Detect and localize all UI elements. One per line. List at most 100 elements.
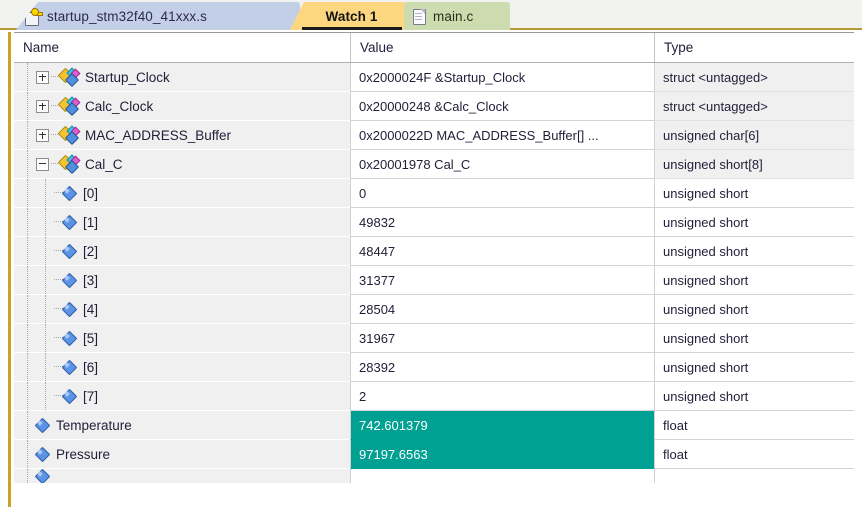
tree-guide — [36, 179, 54, 207]
watch-value-cell[interactable]: 0x2000022D MAC_ADDRESS_Buffer[] ... — [350, 121, 654, 150]
watch-row[interactable]: [3] 31377 unsigned short — [14, 266, 854, 295]
watch-row[interactable]: Cal_C 0x20001978 Cal_C unsigned short[8] — [14, 150, 854, 179]
tree-guide — [18, 295, 36, 323]
watch-grid-body: Startup_Clock 0x2000024F &Startup_Clock st… — [14, 63, 854, 483]
tree-guide — [18, 63, 36, 91]
watch-variable-name: Pressure — [56, 446, 111, 462]
watch-row-name-cell[interactable]: MAC_ADDRESS_Buffer — [14, 121, 350, 150]
watch-value-cell[interactable]: 31377 — [350, 266, 654, 295]
watch-value-cell[interactable]: 31967 — [350, 324, 654, 353]
collapse-icon[interactable] — [36, 157, 49, 171]
watch-type-cell: unsigned short[8] — [654, 150, 854, 179]
struct-icon — [57, 125, 81, 146]
tree-guide — [18, 237, 36, 265]
watch-variable-name: [5] — [83, 330, 99, 346]
variable-icon — [61, 243, 78, 259]
watch-row-name-cell[interactable]: [5] — [14, 324, 350, 353]
watch-value-cell[interactable]: 0x20001978 Cal_C — [350, 150, 654, 179]
watch-value-cell[interactable]: 2 — [350, 382, 654, 411]
watch-variable-name: Temperature — [56, 417, 132, 433]
grid-header-row: Name Value Type — [14, 33, 854, 63]
watch-row-name-cell[interactable]: Temperature — [14, 411, 350, 440]
watch-type-cell: unsigned short — [654, 179, 854, 208]
document-icon — [412, 8, 426, 25]
watch-row-name-cell[interactable] — [14, 469, 350, 483]
watch-variable-name: Cal_C — [85, 156, 123, 172]
watch-row-name-cell[interactable]: [4] — [14, 295, 350, 324]
variable-icon — [61, 272, 78, 288]
variable-icon — [34, 469, 51, 483]
tree-guide — [36, 237, 54, 265]
watch-type-cell: unsigned char[6] — [654, 121, 854, 150]
tab-main-c[interactable]: main.c — [404, 2, 510, 30]
column-header-name[interactable]: Name — [14, 33, 350, 62]
watch-value-cell-changed[interactable]: 97197.6563 — [350, 440, 654, 469]
watch-variable-name: Startup_Clock — [85, 69, 170, 85]
watch-value-cell[interactable]: 0x2000024F &Startup_Clock — [350, 63, 654, 92]
watch-type-cell: unsigned short — [654, 353, 854, 382]
tab-label: main.c — [433, 8, 474, 24]
tab-label: Watch 1 — [325, 8, 378, 24]
watch-type-cell: unsigned short — [654, 208, 854, 237]
watch-row-name-cell[interactable]: [6] — [14, 353, 350, 382]
watch-value-cell-changed[interactable]: 742.601379 — [350, 411, 654, 440]
watch-row[interactable]: [1] 49832 unsigned short — [14, 208, 854, 237]
watch-row-name-cell[interactable]: Startup_Clock — [14, 63, 350, 92]
variable-icon — [61, 185, 78, 201]
tab-startup-stm32f40-41xxx-s[interactable]: startup_stm32f40_41xxx.s — [16, 2, 300, 30]
struct-icon — [57, 67, 81, 88]
watch-row-name-cell[interactable]: [7] — [14, 382, 350, 411]
column-header-value[interactable]: Value — [350, 33, 654, 62]
watch-row[interactable]: [2] 48447 unsigned short — [14, 237, 854, 266]
watch-type-cell: struct <untagged> — [654, 92, 854, 121]
watch-variable-name: [6] — [83, 359, 99, 375]
tab-watch-1[interactable]: Watch 1 — [290, 2, 406, 30]
watch-row-name-cell[interactable]: Pressure — [14, 440, 350, 469]
tree-guide — [36, 266, 54, 294]
watch-row[interactable]: [4] 28504 unsigned short — [14, 295, 854, 324]
watch-row[interactable]: [6] 28392 unsigned short — [14, 353, 854, 382]
tree-guide — [18, 324, 36, 352]
watch-variable-name: [3] — [83, 272, 99, 288]
watch-value-cell[interactable] — [350, 469, 654, 483]
watch-row-name-cell[interactable]: [1] — [14, 208, 350, 237]
watch-variable-name: [1] — [83, 214, 99, 230]
watch-row-name-cell[interactable]: Cal_C — [14, 150, 350, 179]
watch-type-cell: unsigned short — [654, 382, 854, 411]
watch-row-name-cell[interactable]: Calc_Clock — [14, 92, 350, 121]
tree-guide — [18, 382, 36, 410]
watch-row[interactable]: Calc_Clock 0x20000248 &Calc_Clock struct <… — [14, 92, 854, 121]
watch-row[interactable] — [14, 469, 854, 483]
clipboard-key-icon — [24, 7, 43, 26]
watch-row[interactable]: [7] 2 unsigned short — [14, 382, 854, 411]
watch-value-cell[interactable]: 28392 — [350, 353, 654, 382]
watch-row[interactable]: Temperature 742.601379 float — [14, 411, 854, 440]
watch-value-cell[interactable]: 49832 — [350, 208, 654, 237]
expand-icon[interactable] — [36, 99, 49, 113]
watch-row[interactable]: [5] 31967 unsigned short — [14, 324, 854, 353]
watch-row[interactable]: Startup_Clock 0x2000024F &Startup_Clock st… — [14, 63, 854, 92]
watch-row-name-cell[interactable]: [3] — [14, 266, 350, 295]
watch-type-cell: unsigned short — [654, 295, 854, 324]
expand-icon[interactable] — [36, 128, 49, 142]
tree-guide — [18, 92, 36, 120]
watch-variable-name: [2] — [83, 243, 99, 259]
watch-value-cell[interactable]: 0x20000248 &Calc_Clock — [350, 92, 654, 121]
tree-guide — [36, 324, 54, 352]
watch-row-name-cell[interactable]: [2] — [14, 237, 350, 266]
watch-value-cell[interactable]: 0 — [350, 179, 654, 208]
watch-row[interactable]: [0] 0 unsigned short — [14, 179, 854, 208]
watch-type-cell: struct <untagged> — [654, 63, 854, 92]
editor-tab-strip: startup_stm32f40_41xxx.s Watch 1 main.c — [0, 0, 862, 30]
expand-icon[interactable] — [36, 70, 49, 84]
watch-grid: Name Value Type Startup_Clock 0x2000024F … — [14, 32, 854, 507]
watch-variable-name: Calc_Clock — [85, 98, 154, 114]
watch-row[interactable]: MAC_ADDRESS_Buffer 0x2000022D MAC_ADDRESS… — [14, 121, 854, 150]
watch-variable-name: MAC_ADDRESS_Buffer — [85, 127, 232, 143]
watch-row[interactable]: Pressure 97197.6563 float — [14, 440, 854, 469]
tree-guide — [18, 469, 36, 483]
column-header-type[interactable]: Type — [654, 33, 854, 62]
watch-row-name-cell[interactable]: [0] — [14, 179, 350, 208]
watch-value-cell[interactable]: 28504 — [350, 295, 654, 324]
watch-value-cell[interactable]: 48447 — [350, 237, 654, 266]
